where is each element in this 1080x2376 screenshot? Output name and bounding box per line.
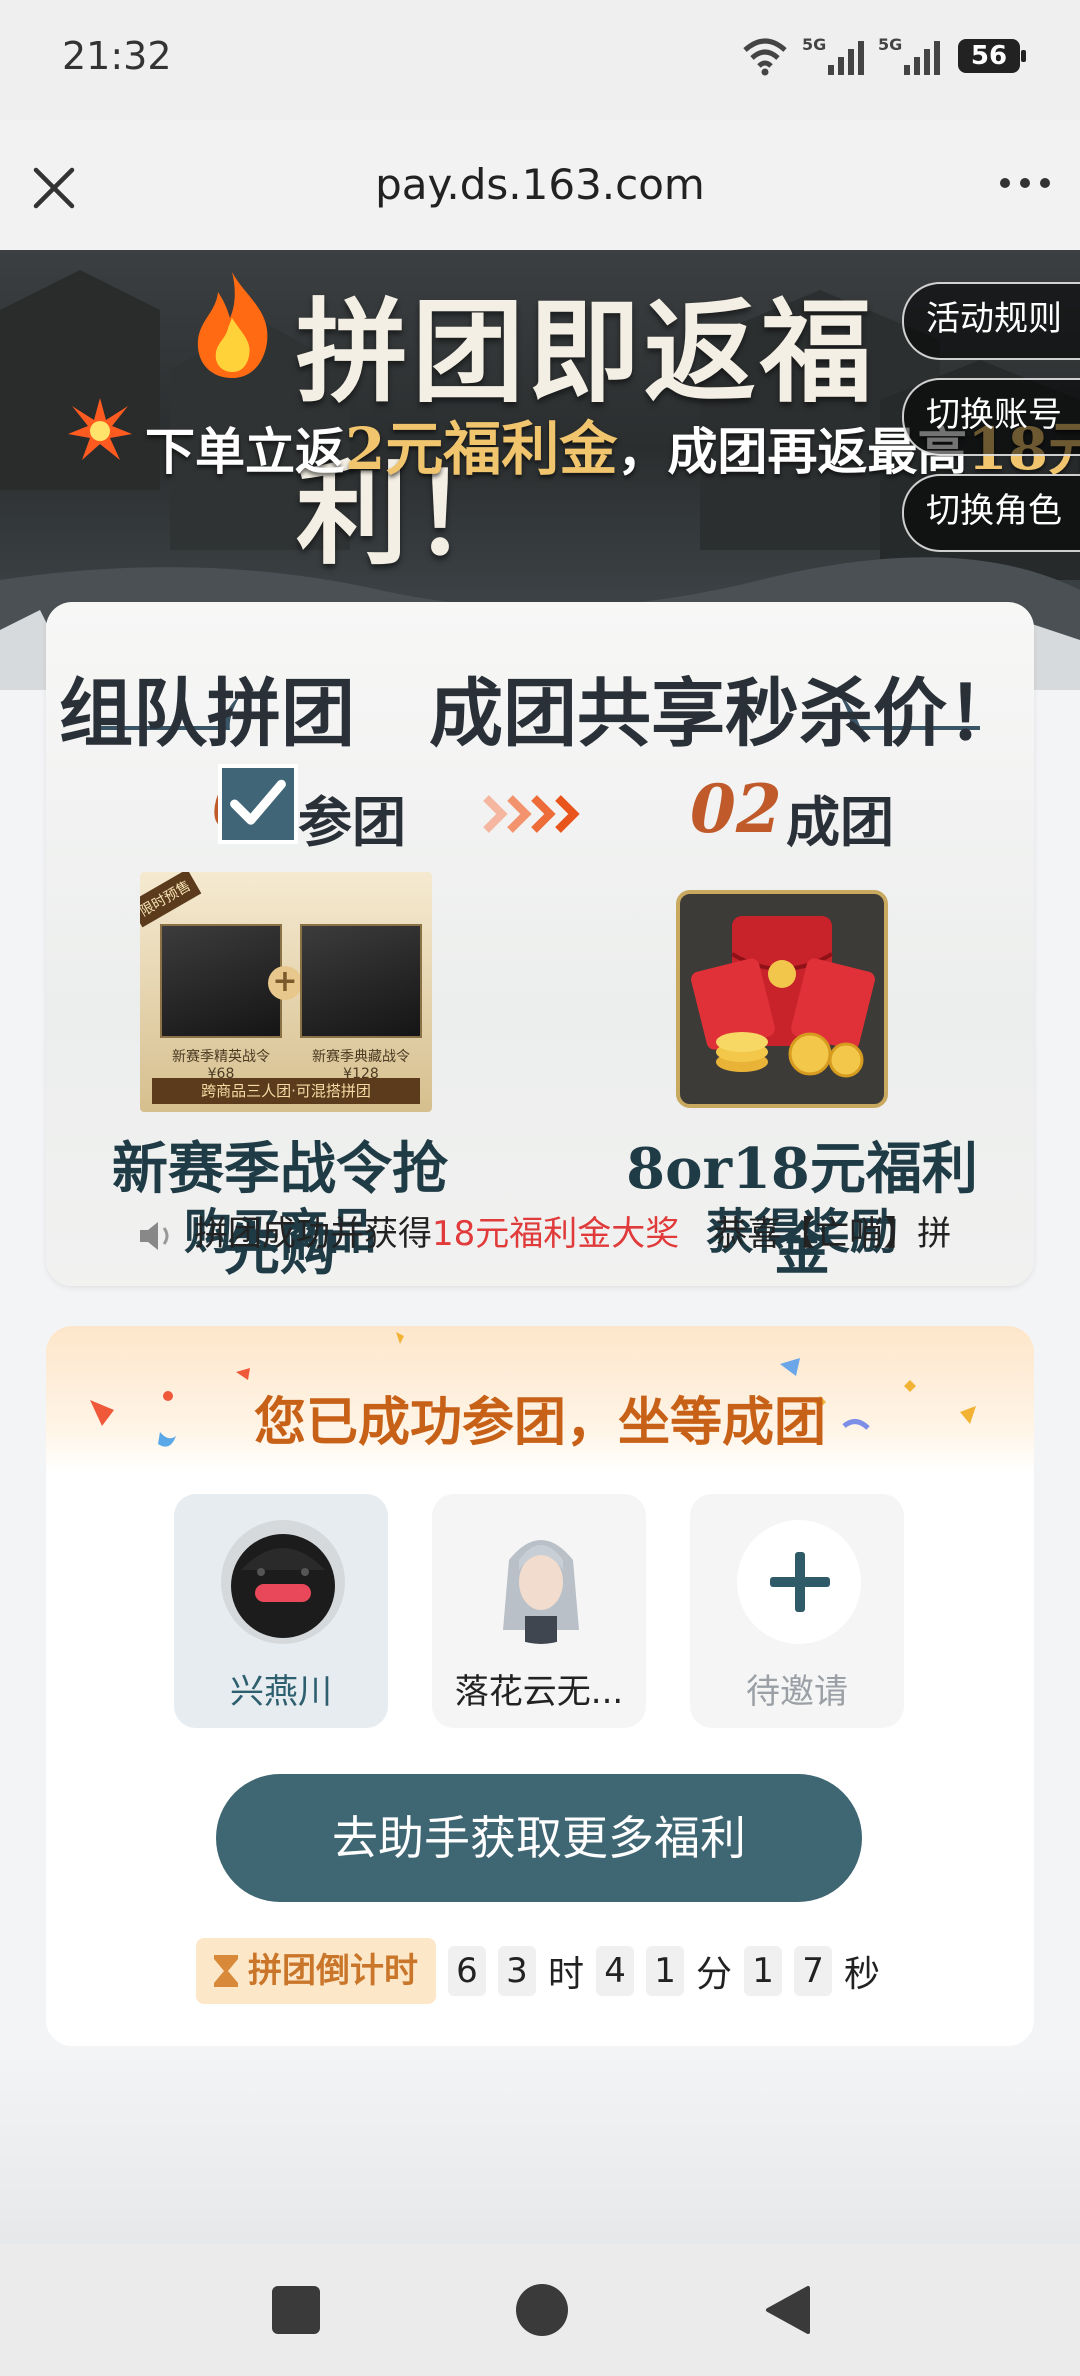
status-time: 21:32 xyxy=(62,34,172,78)
ticker-highlight: 18元福利金大奖 xyxy=(432,1214,680,1254)
countdown-minute-digit: 4 xyxy=(596,1946,635,1996)
network-type-2: 5G xyxy=(878,35,903,54)
status-bar: 21:32 5G 5G 56 xyxy=(0,0,1080,120)
signal-icon-1: 5G xyxy=(802,35,864,75)
plus-icon: + xyxy=(268,966,302,1000)
hero-subtitle-amount: 2元福利金 xyxy=(345,415,618,483)
countdown-second-unit: 秒 xyxy=(844,1954,881,1995)
group-card-header: 您已成功参团，坐等成团 xyxy=(46,1326,1034,1472)
countdown-second-digit: 7 xyxy=(794,1946,833,1996)
product-box-1-name: 新赛季精英战令 xyxy=(172,1049,270,1065)
switch-role-button[interactable]: 切换角色 xyxy=(902,474,1080,552)
confetti-top-icon xyxy=(236,1332,404,1380)
step2-number: 02 xyxy=(690,770,782,848)
member-slot-2[interactable]: 落花云无... xyxy=(432,1494,646,1728)
battery-icon: 56 xyxy=(958,39,1026,73)
countdown-label-text: 拼团倒计时 xyxy=(248,1951,418,1991)
flame-icon xyxy=(197,272,268,378)
product-box-1: 新赛季精英战令 ¥68 xyxy=(160,924,282,1082)
burst-icon xyxy=(68,398,132,460)
product-strip: 跨商品三人团·可混搭拼团 xyxy=(152,1078,420,1104)
more-icon[interactable] xyxy=(1000,178,1050,188)
network-type-1: 5G xyxy=(802,35,827,54)
ticker-prefix: 拼团成功并获得 xyxy=(194,1214,432,1254)
countdown-minute-digit: 1 xyxy=(646,1946,685,1996)
presale-badge: 限时预售 xyxy=(140,872,202,928)
member-name: 待邀请 xyxy=(746,1672,848,1712)
countdown-label: 拼团倒计时 xyxy=(196,1938,436,2004)
invite-slot[interactable]: 待邀请 xyxy=(690,1494,904,1728)
page-background xyxy=(0,2050,1080,2244)
product-box-2: 新赛季典藏战令 ¥128 xyxy=(300,924,422,1082)
avatar xyxy=(221,1520,345,1644)
recent-apps-icon[interactable] xyxy=(272,2286,320,2334)
countdown-second-digit: 1 xyxy=(744,1946,783,1996)
hourglass-icon xyxy=(214,1955,238,1987)
wifi-icon xyxy=(743,38,787,76)
step2-label: 成团 xyxy=(786,790,894,854)
avatar xyxy=(479,1520,603,1644)
get-more-benefits-button[interactable]: 去助手获取更多福利 xyxy=(216,1774,862,1902)
home-icon[interactable] xyxy=(516,2284,568,2336)
add-member-icon[interactable] xyxy=(737,1520,861,1644)
speaker-icon xyxy=(140,1221,169,1250)
group-status-title: 您已成功参团，坐等成团 xyxy=(253,1393,826,1453)
countdown-hour-unit: 时 xyxy=(548,1954,585,1995)
countdown: 拼团倒计时 6 3 时 4 1 分 1 7 秒 xyxy=(196,1938,880,2004)
url-title: pay.ds.163.com xyxy=(375,160,705,209)
red-envelope-image xyxy=(676,890,888,1108)
browser-nav-bar: pay.ds.163.com xyxy=(0,120,1080,250)
checkbox-checked-icon xyxy=(218,764,298,844)
steps-title: 组队拼团 成团共享秒杀价！ xyxy=(59,671,1021,757)
countdown-hour-digit: 3 xyxy=(498,1946,536,1996)
member-name: 兴燕川 xyxy=(230,1672,332,1712)
steps-card: 组队拼团 成团共享秒杀价！ 01 参团 02 成团 限时预售 新赛季精英战令¥6… xyxy=(46,602,1034,1286)
countdown-hour-digit: 6 xyxy=(448,1946,486,1996)
member-name: 落花云无... xyxy=(454,1672,624,1712)
signal-icon-2: 5G xyxy=(878,35,940,75)
product-image[interactable]: 限时预售 新赛季精英战令 ¥68 + 新赛季典藏战令 ¥128 跨商品三人团·可混搭… xyxy=(140,872,432,1112)
step1-label: 参团 xyxy=(298,790,406,854)
member-slot-1[interactable]: 兴燕川 xyxy=(174,1494,388,1728)
switch-account-button[interactable]: 切换账号 xyxy=(902,378,1080,456)
chevrons-right-icon xyxy=(483,795,580,833)
status-icons: 5G 5G 56 xyxy=(742,35,1026,76)
rules-button[interactable]: 活动规则 xyxy=(902,282,1080,360)
countdown-minute-unit: 分 xyxy=(696,1954,733,1995)
back-icon[interactable] xyxy=(762,2284,812,2336)
ticker-suffix: 恭喜【亡哨】拼 xyxy=(679,1214,952,1254)
hero-subtitle-prefix: 下单立返 xyxy=(145,422,345,481)
group-card: 您已成功参团，坐等成团 兴燕川 落花云无... 待邀请 去助手获取更多福利 拼团… xyxy=(46,1326,1034,2046)
product-box-2-name: 新赛季典藏战令 xyxy=(312,1049,410,1065)
winner-ticker: 拼团成功并获得18元福利金大奖 恭喜【亡哨】拼 xyxy=(136,1206,996,1254)
